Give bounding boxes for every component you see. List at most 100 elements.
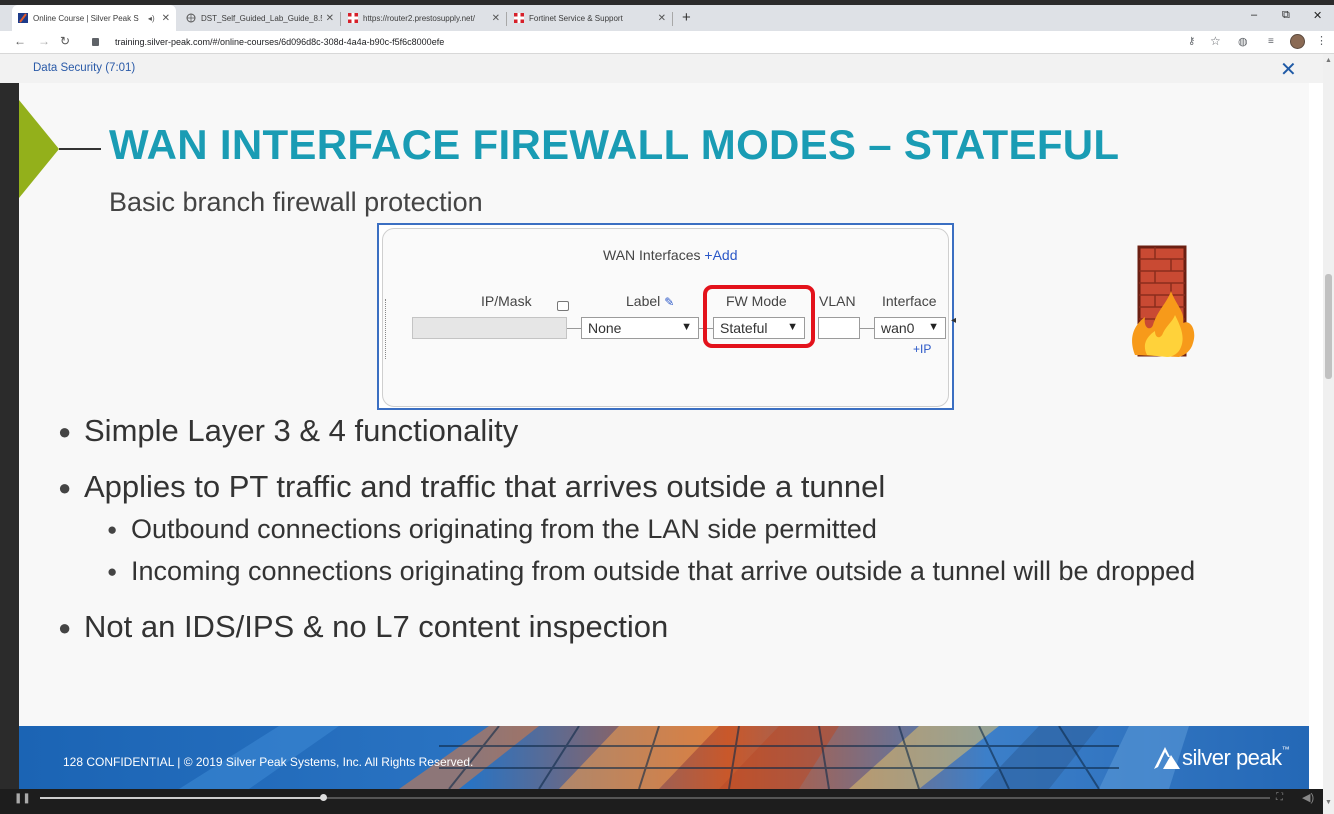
ip-mask-column-header: IP/Mask [481,293,532,309]
wan-interfaces-header: WAN Interfaces +Add [603,247,738,263]
interface-select: wan0 ▼ [874,317,946,339]
slide-canvas: WAN INTERFACE FIREWALL MODES – STATEFUL … [19,83,1309,726]
window-top-edge [0,0,1334,5]
footer-confidential-text: 128 CONFIDENTIAL | © 2019 Silver Peak Sy… [63,755,474,769]
interface-column-header: Interface [882,293,937,309]
reload-button[interactable]: ↻ [60,34,70,48]
add-interface-link[interactable]: +Add [704,247,737,263]
scroll-up-icon[interactable]: ▲ [1325,57,1332,64]
browser-tab-fortinet-support[interactable]: Fortinet Service & Support ✕ [508,7,673,29]
scroll-down-icon[interactable]: ▼ [1325,799,1332,806]
url-field[interactable]: training.silver-peak.com/#/online-course… [92,37,445,47]
tab-separator [672,12,673,26]
video-player-bar: ❚❚ ⛶ ◀) [0,789,1323,814]
browser-tab-router2[interactable]: https://router2.prestosupply.net/ ✕ [342,7,507,29]
label-header-text: Label [626,293,661,309]
pencil-icon: ✎ [664,295,675,309]
slide-footer: 128 CONFIDENTIAL | © 2019 Silver Peak Sy… [19,726,1309,789]
bullet-item: Simple Layer 3 & 4 functionality [84,413,519,448]
label-select-value: None [588,320,622,336]
page-scrollbar[interactable]: ▲ ▼ [1323,54,1334,814]
tab-close-icon[interactable]: ✕ [492,13,500,24]
browser-tab-online-course[interactable]: Online Course | Silver Peak S ◂) ✕ [12,5,176,31]
bullet-item: Not an IDS/IPS & no L7 content inspectio… [84,609,669,644]
tab-separator [340,12,341,26]
sub-bullet-dot: ● [107,562,118,581]
tab-close-icon[interactable]: ✕ [658,13,666,24]
ip-mask-input [412,317,567,339]
tab-label: Online Course | Silver Peak S [33,13,139,23]
bullet-dot: ● [58,475,72,500]
firewall-icon [1132,245,1195,357]
right-gutter [1309,83,1323,814]
add-ip-link: +IP [913,342,932,356]
url-text: training.silver-peak.com/#/online-course… [115,37,445,47]
fortinet-favicon [348,13,358,23]
extension-icon[interactable]: ◍ [1238,35,1248,48]
tab-label: https://router2.prestosupply.net/ [363,13,475,23]
scrollbar-thumb[interactable] [1325,274,1332,379]
drag-handle-dots [385,299,386,359]
interface-select-value: wan0 [881,320,915,336]
slide-title: WAN INTERFACE FIREWALL MODES – STATEFUL [109,121,1120,168]
seek-progress [40,797,323,799]
new-tab-button[interactable]: + [682,9,691,26]
fullscreen-icon[interactable]: ⛶ [1276,792,1283,803]
tab-close-icon[interactable]: ✕ [326,13,334,24]
seek-knob[interactable] [319,794,327,801]
pause-icon[interactable]: ❚❚ [14,793,31,804]
bullet-dot: ● [58,615,72,640]
chevron-down-icon: ▼ [928,321,939,333]
audio-icon[interactable]: ◂) [148,14,155,23]
profile-avatar[interactable] [1290,34,1305,49]
fortinet-favicon [514,13,524,23]
scroll-right-icon: ◂ [951,315,957,326]
wan-interfaces-card: WAN Interfaces +Add IP/Mask Label ✎ FW Mo… [382,228,956,407]
tab-label: DST_Self_Guided_Lab_Guide_8.5 [201,13,322,23]
label-select: None ▼ [581,317,699,339]
lock-icon [92,38,99,46]
fw-mode-highlight [703,285,815,348]
vlan-column-header: VLAN [819,293,856,309]
left-gutter [0,83,19,814]
wan-interfaces-label: WAN Interfaces [603,247,701,263]
wan-interfaces-panel: WAN Interfaces +Add IP/Mask Label ✎ FW Mo… [377,223,956,410]
logo-text: silver peak [1182,745,1282,770]
bullet-dot: ● [58,419,72,444]
silver-peak-logo-mark [1154,747,1180,769]
address-bar: ← → ↻ training.silver-peak.com/#/online-… [0,31,1334,54]
slide-subtitle: Basic branch firewall protection [109,187,483,217]
title-connector-line [59,148,101,150]
sub-bullet-item: Incoming connections originating from ou… [131,556,1196,586]
bookmark-star-icon[interactable]: ☆ [1210,34,1221,48]
chrome-menu-icon[interactable]: ⋮ [1316,34,1327,47]
title-arrow-marker [19,100,59,198]
silverpeak-favicon [18,13,28,23]
sub-bullet-item: Outbound connections originating from th… [131,514,877,544]
connector-line [567,328,581,329]
chevron-down-icon: ▼ [681,321,692,333]
comment-icon [557,301,569,311]
restore-button[interactable]: ⧉ [1282,9,1290,22]
course-close-icon[interactable]: ✕ [1280,57,1297,82]
minimize-button[interactable]: – [1251,9,1257,21]
browser-tab-lab-guide[interactable]: DST_Self_Guided_Lab_Guide_8.5 ✕ [180,7,341,29]
course-title: Data Security (7:01) [33,62,136,74]
silver-peak-logo: silver peak™ [1152,745,1290,771]
tab-label: Fortinet Service & Support [529,13,623,23]
browser-tab-bar: Online Course | Silver Peak S ◂) ✕ DST_S… [0,0,1334,33]
connector-line [860,328,874,329]
sub-bullet-dot: ● [107,520,118,539]
tab-separator [506,12,507,26]
label-column-header: Label ✎ [626,293,674,309]
volume-icon[interactable]: ◀) [1302,791,1314,804]
course-header: Data Security (7:01) ✕ [0,54,1334,83]
back-button[interactable]: ← [14,34,26,48]
forward-button[interactable]: → [38,34,50,48]
bullet-item: Applies to PT traffic and traffic that a… [84,469,886,504]
key-icon[interactable]: ⚷ [1188,36,1195,47]
vlan-input [818,317,860,339]
window-close-button[interactable]: ✕ [1313,9,1322,22]
tab-close-icon[interactable]: ✕ [162,13,170,24]
media-queue-icon[interactable]: ≡ [1268,36,1274,47]
